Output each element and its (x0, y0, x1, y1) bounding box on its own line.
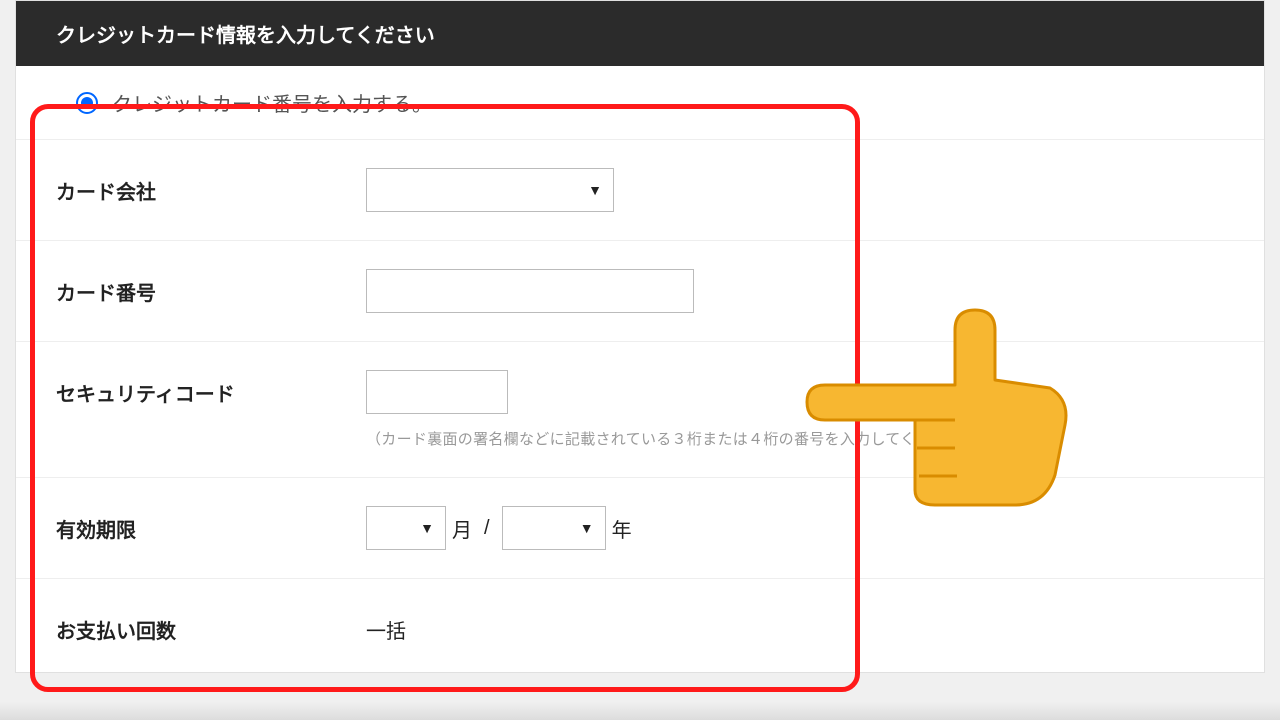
select-expiry-year[interactable] (502, 506, 606, 550)
radio-selected-icon (76, 92, 98, 114)
label-card-company: カード会社 (56, 168, 366, 205)
row-payment-count: お支払い回数 一括 (16, 579, 1264, 672)
value-payment-count: 一括 (366, 607, 1224, 644)
label-expiry: 有効期限 (56, 506, 366, 543)
radio-row-enter-card[interactable]: クレジットカード番号を入力する。 (16, 66, 1264, 140)
select-card-company[interactable] (366, 168, 614, 212)
label-security-code: セキュリティコード (56, 370, 366, 407)
expiry-year-suffix: 年 (612, 514, 632, 543)
select-expiry-month[interactable] (366, 506, 446, 550)
pointing-hand-icon (795, 290, 1085, 515)
input-security-code[interactable] (366, 370, 508, 414)
label-payment-count: お支払い回数 (56, 607, 366, 644)
radio-label: クレジットカード番号を入力する。 (112, 88, 432, 117)
section-title: クレジットカード情報を入力してください (56, 25, 435, 47)
bottom-shadow (0, 702, 1280, 720)
expiry-separator: / (484, 517, 490, 540)
row-card-company: カード会社 ▼ (16, 140, 1264, 241)
expiry-month-suffix: 月 (452, 514, 472, 543)
section-header: クレジットカード情報を入力してください (16, 1, 1264, 66)
input-card-number[interactable] (366, 269, 694, 313)
label-card-number: カード番号 (56, 269, 366, 306)
